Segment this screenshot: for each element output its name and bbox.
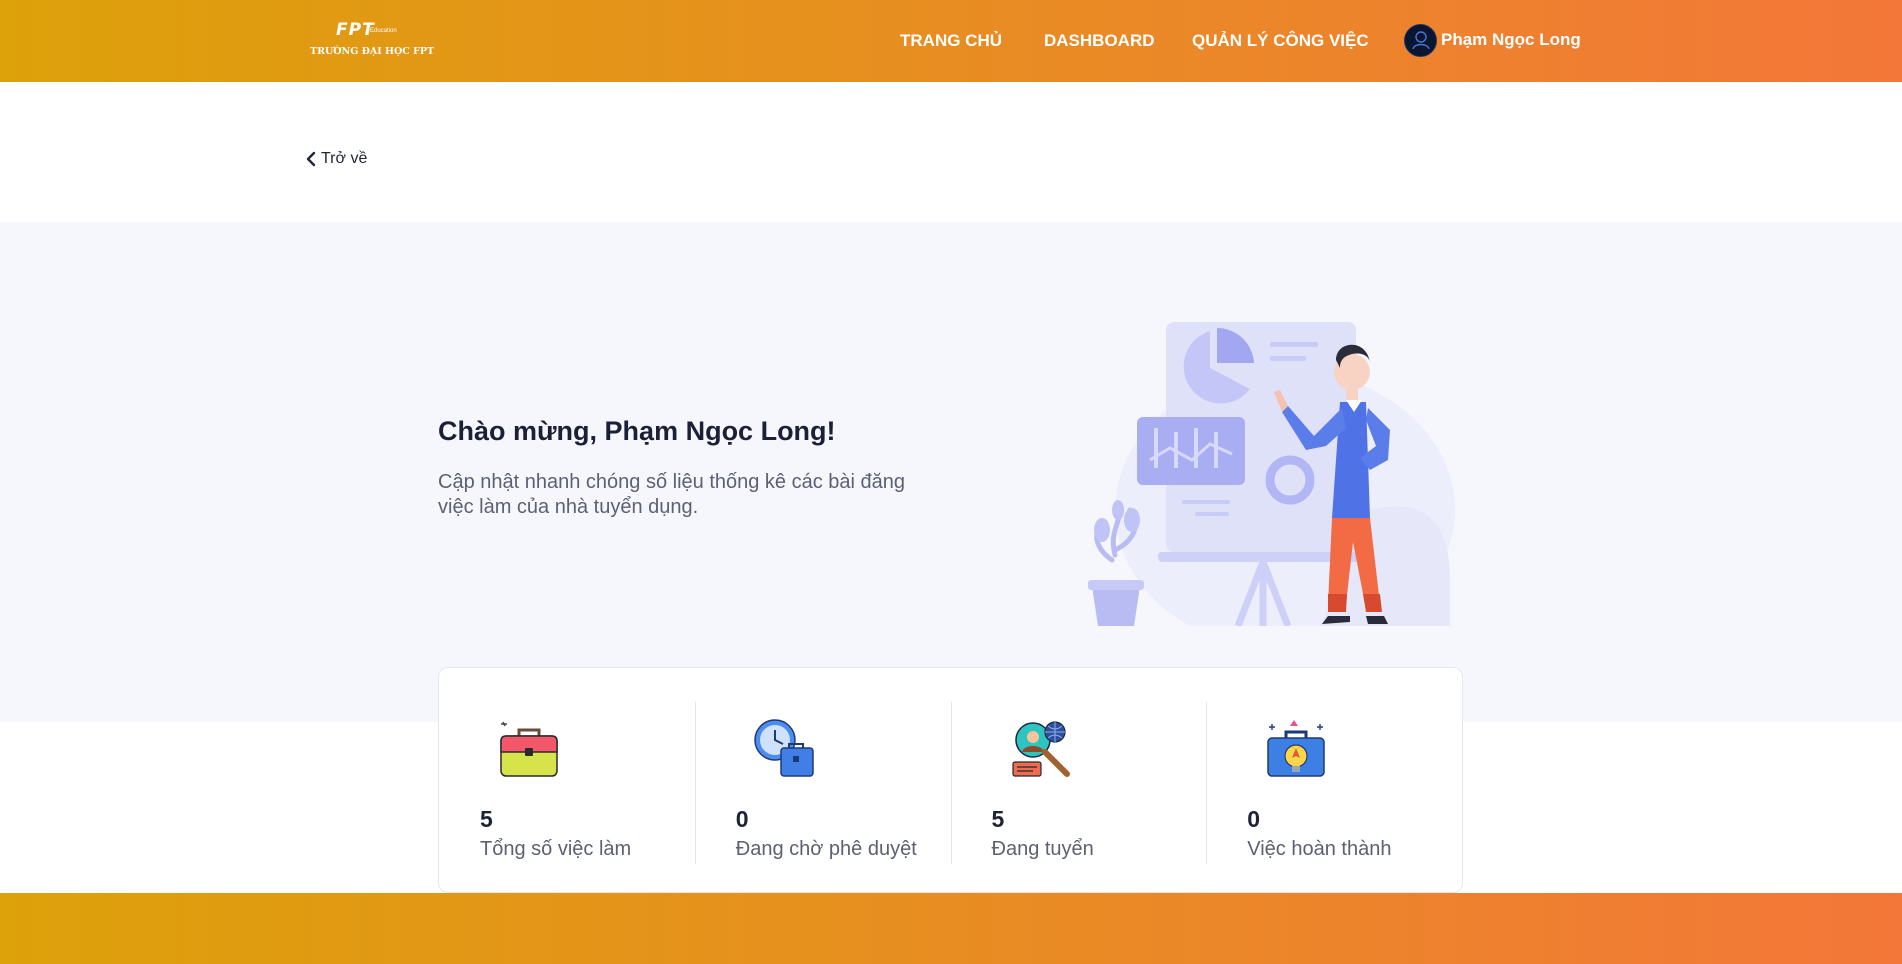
- idea-briefcase-icon: [1267, 720, 1325, 777]
- chevron-left-icon: [306, 151, 316, 167]
- avatar: [1404, 23, 1437, 57]
- welcome-description: Cập nhật nhanh chóng số liệu thống kê cá…: [438, 471, 906, 518]
- top-navbar: FPT Education TRƯỜNG ĐẠI HỌC FPT TRANG C…: [0, 0, 1902, 82]
- user-name: Phạm Ngọc Long: [1441, 30, 1581, 49]
- nav-dashboard-link[interactable]: DASHBOARD: [1044, 0, 1155, 82]
- back-label: Trở về: [321, 150, 368, 167]
- footer-bar: [0, 893, 1902, 964]
- avatar-silhouette-icon: [1411, 31, 1430, 50]
- stat-completed-value: 0: [1247, 806, 1261, 832]
- stat-recruiting-label: Đang tuyển: [991, 838, 1094, 860]
- stat-total-jobs-value: 5: [480, 806, 493, 832]
- nav-home-link[interactable]: TRANG CHỦ: [900, 0, 1002, 82]
- briefcase-icon: [500, 721, 558, 777]
- nav-job-management-link[interactable]: QUẢN LÝ CÔNG VIỆC: [1192, 0, 1369, 82]
- welcome-hero: Chào mừng, Phạm Ngọc Long! Cập nhật nhan…: [0, 222, 1902, 722]
- clock-briefcase-icon: [754, 719, 814, 777]
- welcome-title: Chào mừng, Phạm Ngọc Long!: [438, 416, 836, 446]
- stat-recruiting-value: 5: [991, 806, 1005, 832]
- stat-pending-approval[interactable]: 0 Đang chờ phê duyệt: [694, 668, 951, 892]
- stat-completed-label: Việc hoàn thành: [1247, 838, 1392, 860]
- stat-total-jobs-label: Tổng số việc làm: [480, 838, 632, 860]
- logo-tagline: Education: [370, 28, 397, 34]
- stat-total-jobs[interactable]: 5 Tổng số việc làm: [439, 668, 695, 892]
- stat-recruiting[interactable]: 5 Đang tuyển: [950, 668, 1207, 892]
- presentation-illustration: [1088, 322, 1455, 626]
- logo-school-name: TRƯỜNG ĐẠI HỌC FPT: [310, 46, 435, 57]
- fpt-university-logo[interactable]: FPT Education TRƯỜNG ĐẠI HỌC FPT: [308, 20, 434, 60]
- stat-pending-approval-label: Đang chờ phê duyệt: [735, 838, 917, 860]
- candidate-search-icon: [1011, 721, 1070, 777]
- user-menu[interactable]: Phạm Ngọc Long: [1404, 22, 1581, 58]
- logo-mark: FPT: [336, 20, 375, 40]
- stat-pending-approval-value: 0: [735, 806, 749, 832]
- stat-completed[interactable]: 0 Việc hoàn thành: [1206, 668, 1462, 892]
- stats-card: 5 Tổng số việc làm 0 Đang chờ phê duyệt …: [438, 667, 1463, 893]
- back-link[interactable]: Trở về: [306, 150, 367, 168]
